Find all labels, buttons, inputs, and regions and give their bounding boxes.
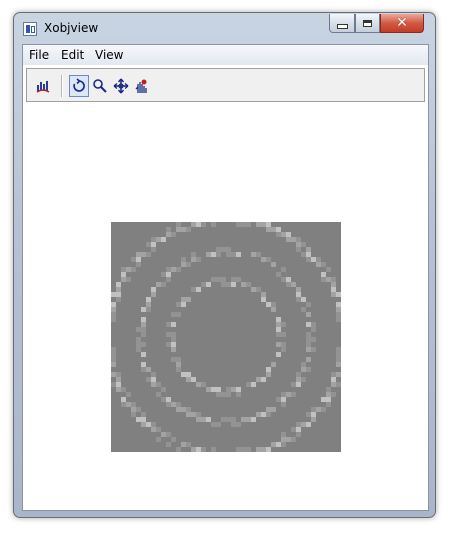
menu-view[interactable]: View [95, 48, 123, 62]
menu-edit[interactable]: Edit [61, 48, 84, 62]
signal-icon [36, 81, 50, 93]
maximize-icon [363, 19, 372, 27]
maximize-button[interactable] [355, 14, 380, 33]
pan-button[interactable] [111, 75, 131, 97]
close-icon: ✕ [396, 15, 408, 31]
toolbar-separator [61, 75, 63, 97]
close-button[interactable]: ✕ [380, 14, 424, 33]
minimize-icon [336, 23, 348, 29]
app-window: Xobjview ✕ File Edit View [13, 12, 436, 518]
view-canvas[interactable] [23, 106, 428, 510]
signal-button[interactable] [33, 75, 53, 97]
rotate-icon [73, 78, 85, 92]
window-title: Xobjview [44, 21, 99, 35]
toolbar [26, 68, 425, 102]
probe-button[interactable] [132, 75, 152, 97]
menu-file[interactable]: File [29, 48, 49, 62]
pan-icon [113, 78, 129, 94]
rotate-button[interactable] [69, 75, 89, 97]
minimize-button[interactable] [329, 14, 355, 33]
rendered-image[interactable] [111, 222, 341, 452]
probe-icon [135, 79, 147, 93]
zoom-button[interactable] [90, 75, 110, 97]
zoom-icon [93, 79, 107, 93]
app-icon[interactable] [23, 22, 37, 36]
client-area: File Edit View [22, 44, 429, 511]
title-bar[interactable]: Xobjview ✕ [14, 13, 435, 43]
menu-bar: File Edit View [23, 45, 428, 65]
